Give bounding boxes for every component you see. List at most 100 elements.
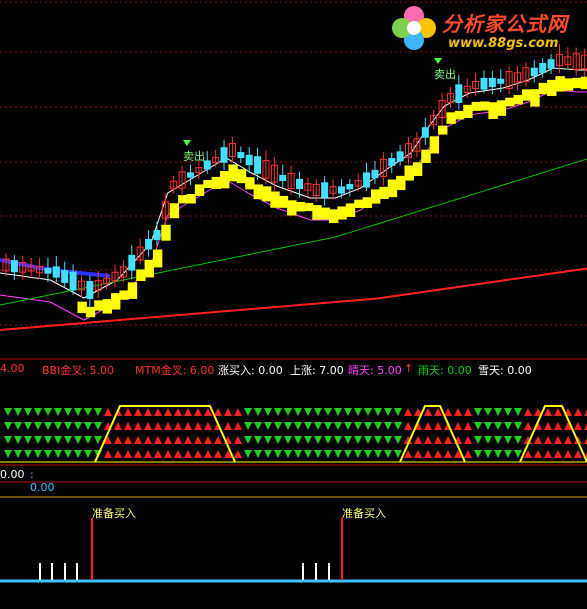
down-arrow-icon <box>494 408 502 416</box>
up-arrow-icon <box>414 450 422 458</box>
candle-body <box>388 158 396 166</box>
down-arrow-icon <box>494 450 502 458</box>
candle-body <box>52 266 60 278</box>
down-arrow-icon <box>394 408 402 416</box>
candle-body <box>237 152 245 158</box>
ribbon-block <box>194 184 205 196</box>
candle-body <box>69 271 77 291</box>
buy-prepare-label: 准备买入 <box>92 507 136 520</box>
up-arrow-icon <box>464 422 472 430</box>
down-arrow-icon <box>34 450 42 458</box>
signal-arrow-panel <box>0 405 587 463</box>
up-arrow-icon <box>464 450 472 458</box>
down-arrow-icon <box>284 422 292 430</box>
up-arrow-icon <box>154 408 162 416</box>
candle-body <box>488 77 496 88</box>
down-arrow-icon <box>494 436 502 444</box>
up-arrow-icon <box>134 450 142 458</box>
ribbon-block <box>471 101 481 111</box>
down-arrow-icon <box>264 408 272 416</box>
down-arrow-icon <box>64 450 72 458</box>
down-arrow-icon <box>364 408 372 416</box>
ribbon-block <box>513 94 523 105</box>
ribbon-block <box>287 200 297 216</box>
candle-body <box>455 84 463 104</box>
down-arrow-icon <box>284 450 292 458</box>
ribbon-block <box>521 89 532 101</box>
down-arrow-icon <box>364 450 372 458</box>
up-arrow-icon <box>464 408 472 416</box>
down-arrow-icon <box>74 422 82 430</box>
up-arrow-icon <box>154 450 162 458</box>
down-arrow-icon <box>14 408 22 416</box>
down-arrow-icon <box>74 450 82 458</box>
up-arrow-icon <box>214 436 222 444</box>
candlestick-series <box>2 44 587 307</box>
ribbon-block <box>379 186 389 199</box>
down-arrow-icon <box>64 408 72 416</box>
up-arrow-icon <box>224 408 232 416</box>
ribbon-block <box>220 171 230 189</box>
candle-body <box>530 67 538 77</box>
down-arrow-icon <box>74 408 82 416</box>
up-arrow-icon <box>154 422 162 430</box>
down-arrow-icon <box>514 422 522 430</box>
down-arrow-icon <box>294 422 302 430</box>
ribbon-block <box>278 195 289 208</box>
candle-body <box>61 270 69 283</box>
down-arrow-icon <box>324 422 332 430</box>
up-arrow-icon <box>124 450 132 458</box>
down-arrow-icon <box>334 408 342 416</box>
buy-prepare-label: 准备买入 <box>342 507 386 520</box>
down-arrow-icon <box>474 450 482 458</box>
down-arrow-icon <box>344 436 352 444</box>
down-arrow-icon <box>284 436 292 444</box>
down-arrow-icon <box>44 450 52 458</box>
chart-canvas[interactable] <box>0 0 587 609</box>
ribbon-block <box>580 76 587 90</box>
down-arrow-icon <box>304 450 312 458</box>
up-arrow-icon <box>564 450 572 458</box>
up-arrow-icon <box>204 436 212 444</box>
down-arrow-icon <box>14 436 22 444</box>
up-arrow-icon <box>524 422 532 430</box>
candle-body <box>86 281 94 299</box>
ribbon-block <box>228 164 238 182</box>
down-arrow-icon <box>34 408 42 416</box>
yellow-trend-ribbon <box>77 76 587 318</box>
down-arrow-icon <box>54 436 62 444</box>
down-arrow-icon <box>34 422 42 430</box>
indicator-rainy: 雨天: 0.00 <box>418 364 472 377</box>
ribbon-block <box>119 290 129 300</box>
ribbon-block <box>563 78 574 91</box>
down-arrow-icon <box>394 450 402 458</box>
up-arrow-icon <box>184 422 192 430</box>
candle-body <box>153 229 161 241</box>
up-arrow-icon <box>444 436 452 444</box>
down-arrow-icon <box>14 450 22 458</box>
down-arrow-icon <box>4 422 12 430</box>
down-arrow-icon <box>374 422 382 430</box>
sell-signal-label: 卖出 <box>183 150 205 163</box>
up-arrow-icon <box>224 422 232 430</box>
down-arrow-icon <box>334 436 342 444</box>
up-arrow-icon <box>174 436 182 444</box>
up-arrow-icon <box>134 422 142 430</box>
up-arrow-icon <box>554 436 562 444</box>
up-arrow-icon <box>114 450 122 458</box>
ribbon-block <box>85 306 96 318</box>
ma-longest-line <box>0 267 587 331</box>
down-arrow-icon <box>344 408 352 416</box>
down-arrow-icon <box>94 408 102 416</box>
indicator-sunny: 晴天: 5.00 <box>348 364 402 377</box>
up-arrow-icon <box>164 422 172 430</box>
up-arrow-icon <box>424 450 432 458</box>
ribbon-block <box>362 197 372 209</box>
down-arrow-icon <box>294 408 302 416</box>
sell-arrow-icon <box>183 140 191 146</box>
up-arrow-icon <box>194 408 202 416</box>
ribbon-block <box>111 293 121 310</box>
ribbon-block <box>530 89 540 107</box>
down-arrow-icon <box>284 408 292 416</box>
candle-body <box>396 151 404 162</box>
